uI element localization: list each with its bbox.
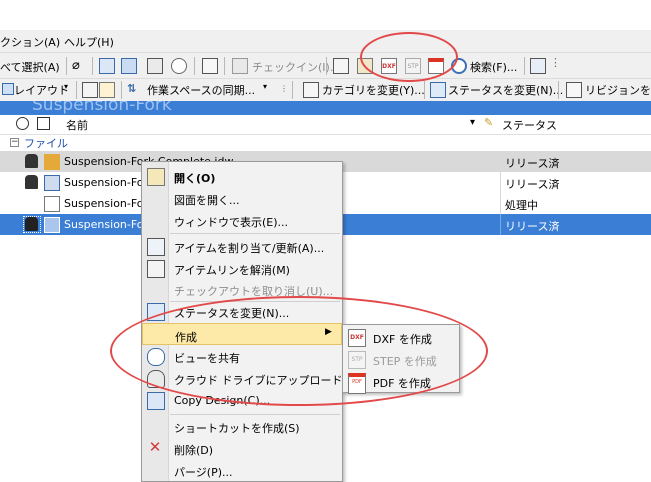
toolbar-separator bbox=[224, 57, 225, 75]
workspace-sync-button[interactable]: 作業スペースの同期... bbox=[147, 82, 255, 98]
toolbar-separator bbox=[92, 57, 93, 75]
copy-design-icon bbox=[147, 392, 165, 410]
settings-icon[interactable] bbox=[99, 82, 115, 98]
menu-label: 削除(D) bbox=[174, 444, 214, 457]
menu-item-create-shortcut[interactable]: ショートカットを作成(S) bbox=[142, 415, 342, 437]
column-state[interactable]: ステータス bbox=[502, 117, 557, 133]
select-all-button[interactable]: べて選択(A) bbox=[0, 59, 60, 75]
menu-item-open-drawing[interactable]: 図面を開く... bbox=[142, 187, 342, 209]
toolbar-separator bbox=[76, 81, 77, 99]
toolbar-separator bbox=[558, 81, 559, 99]
menu-label: パージ(P)... bbox=[174, 466, 233, 479]
drawing-file-icon bbox=[44, 154, 60, 170]
menu-item-assign-item[interactable]: アイテムを割り当て/更新(A)... bbox=[142, 235, 342, 257]
column-divider bbox=[500, 214, 501, 235]
document-file-icon bbox=[44, 196, 60, 212]
layout-button[interactable]: レイアウト bbox=[14, 82, 69, 98]
menu-item-purge[interactable]: パージ(P)... bbox=[142, 459, 342, 481]
file-status: リリース済 bbox=[505, 220, 560, 233]
file-name: Suspension-Fo bbox=[64, 176, 144, 189]
lock-icon bbox=[25, 217, 38, 231]
status-column-icon[interactable] bbox=[16, 117, 29, 130]
chevron-down-icon[interactable]: ▾ bbox=[64, 82, 68, 91]
lock-icon bbox=[25, 154, 38, 168]
menu-item-item-wipe[interactable]: アイテムリンを解消(M) bbox=[142, 257, 342, 279]
annotation-ellipse-menu bbox=[110, 296, 488, 406]
menu-help[interactable]: ヘルプ(H) bbox=[64, 34, 114, 50]
menu-label: 開く(O) bbox=[174, 172, 216, 185]
menu-label: ショートカットを作成(S) bbox=[174, 422, 300, 435]
change-revision-button[interactable]: リビジョンを変更 bbox=[585, 82, 651, 98]
search-button[interactable]: 検索(F)... bbox=[470, 59, 517, 75]
file-name: Suspension-Fo bbox=[64, 218, 144, 231]
menu-bar: クション(A) ヘルプ(H) bbox=[0, 30, 651, 52]
toolbar-separator bbox=[424, 81, 425, 99]
overflow-chevron-icon[interactable]: ⋮ bbox=[280, 84, 288, 93]
menu-label: アイテムリンを解消(M) bbox=[174, 264, 290, 277]
change-state-button[interactable]: ステータスを変更(N)... bbox=[448, 82, 563, 98]
open-folder-icon bbox=[147, 168, 165, 186]
item-link-icon bbox=[147, 260, 165, 278]
copy-icon[interactable] bbox=[202, 58, 218, 74]
toolbar-primary: べて選択(A) ⌀ チェックイン(I)... DXF STP 検索(F)... … bbox=[0, 52, 651, 79]
category-icon[interactable] bbox=[303, 82, 319, 98]
toolbar-secondary: レイアウト ▾ ⇅ 作業スペースの同期... ▾ ⋮ カテゴリを変更(Y)...… bbox=[0, 78, 651, 103]
chevron-down-icon[interactable]: ▾ bbox=[263, 82, 267, 91]
toolbar-separator bbox=[121, 81, 122, 99]
menu-item-delete[interactable]: ✕ 削除(D) bbox=[142, 437, 342, 459]
get-revision-icon[interactable] bbox=[99, 58, 115, 74]
document-icon[interactable] bbox=[333, 58, 349, 74]
menu-item-open[interactable]: 開く(O) bbox=[142, 165, 342, 187]
file-name: Suspension-Fo bbox=[64, 197, 144, 210]
toolbar-separator bbox=[194, 57, 195, 75]
menu-label: アイテムを割り当て/更新(A)... bbox=[174, 242, 325, 255]
column-name[interactable]: 名前 bbox=[66, 117, 88, 133]
toolbar-separator bbox=[292, 81, 293, 99]
column-header-row: 名前 ▾ ✎ ステータス bbox=[0, 115, 651, 135]
menu-label: 図面を開く... bbox=[174, 194, 240, 207]
banner-title: Suspension-Fork bbox=[32, 101, 172, 115]
file-status: 処理中 bbox=[505, 199, 538, 212]
assign-item-icon bbox=[147, 238, 165, 256]
overflow-chevron-icon[interactable]: ⋮ bbox=[550, 56, 566, 72]
check-in-button[interactable]: チェックイン(I)... bbox=[252, 59, 340, 75]
column-divider bbox=[500, 151, 501, 172]
menu-action[interactable]: クション(A) bbox=[0, 34, 60, 50]
layout-icon[interactable] bbox=[2, 83, 14, 95]
change-category-button[interactable]: カテゴリを変更(Y)... bbox=[322, 82, 425, 98]
toolbar-separator bbox=[524, 57, 525, 75]
print-icon[interactable] bbox=[147, 58, 163, 74]
revision-icon[interactable] bbox=[566, 82, 582, 98]
file-status: リリース済 bbox=[505, 178, 560, 191]
assembly-file-icon bbox=[44, 217, 60, 233]
menu-separator bbox=[170, 233, 340, 234]
cart-icon[interactable] bbox=[530, 58, 546, 74]
file-status: リリース済 bbox=[505, 157, 560, 170]
collapse-icon[interactable]: − bbox=[10, 138, 19, 147]
grid-icon[interactable] bbox=[82, 82, 98, 98]
check-in-icon[interactable] bbox=[232, 58, 248, 74]
toolbar-separator bbox=[66, 57, 67, 75]
view-icon[interactable] bbox=[171, 58, 187, 74]
sync-icon[interactable]: ⇅ bbox=[127, 82, 143, 98]
assembly-file-icon bbox=[44, 175, 60, 191]
state-icon[interactable] bbox=[430, 82, 446, 98]
menu-item-show-window[interactable]: ウィンドウで表示(E)... bbox=[142, 209, 342, 231]
checkout-icon[interactable] bbox=[121, 58, 137, 74]
lock-column-icon[interactable] bbox=[37, 117, 50, 130]
delete-icon: ✕ bbox=[148, 438, 162, 456]
menu-label: ウィンドウで表示(E)... bbox=[174, 216, 289, 229]
group-header[interactable]: − ファイル bbox=[0, 134, 651, 151]
column-divider bbox=[500, 172, 501, 193]
annotation-ellipse-toolbar bbox=[360, 32, 458, 82]
pencil-icon: ✎ bbox=[484, 116, 494, 129]
toolbar-separator bbox=[326, 57, 327, 75]
chevron-down-icon[interactable]: ▾ bbox=[470, 117, 475, 128]
folder-banner: Suspension-Fork bbox=[0, 101, 651, 115]
column-divider bbox=[500, 193, 501, 214]
paperclip-icon[interactable]: ⌀ bbox=[72, 58, 88, 74]
lock-icon bbox=[25, 175, 38, 189]
title-bar bbox=[0, 0, 651, 30]
group-label: ファイル bbox=[24, 137, 68, 150]
